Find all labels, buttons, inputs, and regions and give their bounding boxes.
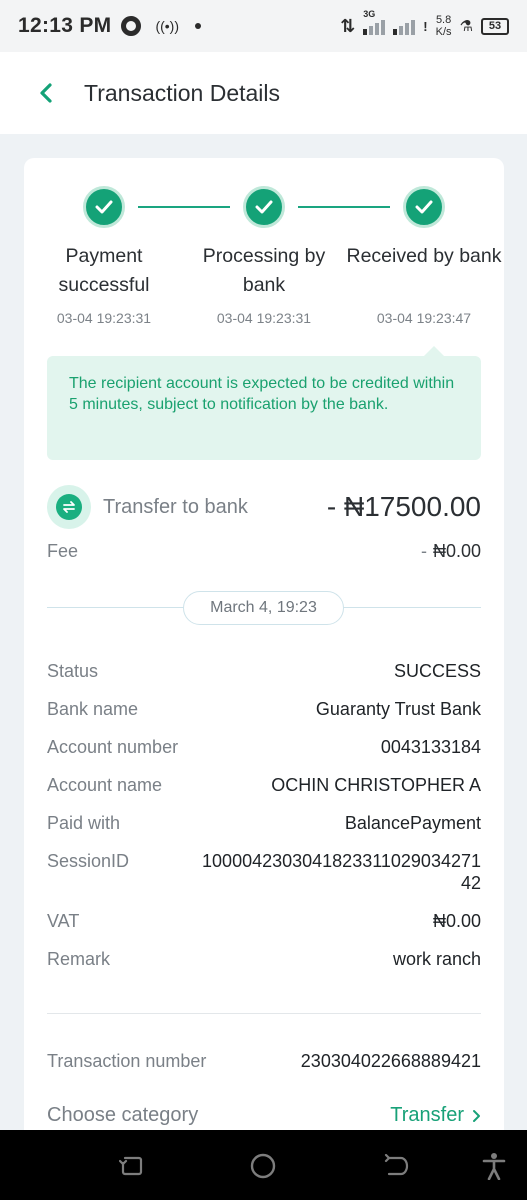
fee-label: Fee (47, 541, 79, 561)
speed-value: 5.8 (435, 14, 452, 26)
detail-row-status: Status SUCCESS (47, 660, 481, 682)
notification-dot-icon (195, 23, 202, 29)
detail-row-remark: Remark work ranch (47, 948, 481, 970)
step-3-label: Received by bank (346, 245, 502, 267)
no-signal-icon: ! (423, 18, 428, 34)
status-time: 12:13 PM (18, 14, 112, 37)
nav-back-button[interactable] (382, 1152, 410, 1180)
detail-value: SUCCESS (393, 661, 481, 681)
progress-steps: Payment successful Processing by bank Re… (24, 186, 504, 336)
detail-value: work ranch (392, 949, 481, 969)
speed-unit: K/s (435, 26, 452, 38)
transfer-label: Transfer to bank (103, 495, 248, 518)
step-2-label: Processing by bank (202, 245, 326, 296)
transaction-number-value: 230304022668889421 (300, 1051, 481, 1071)
detail-value: BalancePayment (344, 813, 481, 833)
data-transfer-icon: ⇅ (340, 15, 356, 36)
app-bar: Transaction Details (0, 52, 527, 134)
detail-label: Remark (47, 949, 111, 969)
detail-value: OCHIN CHRISTOPHER A (271, 775, 481, 795)
network-type: 3G (363, 9, 376, 19)
detail-label: SessionID (47, 851, 130, 871)
detail-row-session-id: SessionID 100004230304182331102903427142 (47, 850, 481, 894)
transfer-amount: - ₦17500.00 (326, 491, 481, 522)
step-2-time: 03-04 19:23:31 (216, 310, 312, 326)
detail-label: Paid with (47, 813, 121, 833)
fee-amount: ₦0.00 (432, 541, 481, 561)
status-bar: 12:13 PM ((•)) ⇅ 3G ! 5.8 K/s ⚗ 53 (0, 0, 527, 52)
hotspot-icon: ((•)) (155, 18, 180, 34)
section-divider (47, 1013, 481, 1014)
page-title: Transaction Details (84, 79, 281, 106)
step-1-time: 03-04 19:23:31 (56, 310, 152, 326)
step-connector (298, 206, 390, 208)
notice-pointer (424, 346, 444, 356)
accessibility-button[interactable] (480, 1152, 508, 1180)
detail-value: 0043133184 (380, 737, 481, 757)
step-2-check-icon (243, 186, 285, 228)
category-label: Choose category (47, 1104, 199, 1126)
flask-icon: ⚗ (459, 18, 473, 35)
home-icon (250, 1153, 276, 1179)
transfer-summary: Transfer to bank - ₦17500.00 (47, 484, 481, 530)
chevron-right-icon (473, 1109, 480, 1122)
recents-icon (119, 1156, 143, 1176)
step-3-time: 03-04 19:23:47 (376, 310, 472, 326)
details-list: Status SUCCESS Bank name Guaranty Trust … (47, 660, 481, 986)
battery-level: 53 (488, 20, 502, 32)
step-1-check-icon (83, 186, 125, 228)
detail-label: Account name (47, 775, 163, 795)
chevron-left-icon (40, 83, 52, 103)
detail-value: Guaranty Trust Bank (315, 699, 481, 719)
transaction-card: Payment successful Processing by bank Re… (24, 158, 504, 1158)
fee-value: - ₦0.00 (421, 541, 481, 562)
detail-label: VAT (47, 911, 80, 931)
category-selector[interactable]: Transfer (390, 1104, 481, 1127)
detail-row-account-number: Account number 0043133184 (47, 736, 481, 758)
credit-notice: The recipient account is expected to be … (47, 356, 481, 460)
transaction-number-row: Transaction number 230304022668889421 (47, 1051, 481, 1072)
detail-row-vat: VAT ₦0.00 (47, 910, 481, 932)
detail-label: Status (47, 661, 99, 681)
detail-label: Bank name (47, 699, 139, 719)
category-value: Transfer (390, 1104, 464, 1126)
step-1-label: Payment successful (58, 245, 150, 296)
battery-icon: 53 (481, 17, 509, 35)
opera-icon (121, 16, 142, 36)
step-3-check-icon (403, 186, 445, 228)
step-connector (138, 206, 230, 208)
signal-icon-2 (393, 17, 416, 35)
back-button[interactable] (28, 75, 64, 111)
back-icon (384, 1154, 409, 1176)
choose-category-row[interactable]: Choose category Transfer (47, 1104, 481, 1127)
recents-button[interactable] (118, 1152, 146, 1180)
signal-icon: 3G (363, 9, 386, 35)
fee-row: Fee - ₦0.00 (47, 541, 481, 562)
fee-dash: - (420, 541, 427, 561)
home-button[interactable] (249, 1152, 277, 1180)
transfer-arrows-icon (47, 485, 91, 529)
detail-label: Account number (47, 737, 179, 757)
accessibility-icon (482, 1153, 506, 1180)
detail-row-paid-with: Paid with BalancePayment (47, 812, 481, 834)
detail-value: 100004230304182331102903427142 (202, 851, 481, 893)
status-right: ⇅ 3G ! 5.8 K/s ⚗ 53 (340, 9, 509, 38)
system-nav-bar (0, 1130, 527, 1200)
date-pill: March 4, 19:23 (183, 591, 344, 625)
network-speed: 5.8 K/s (436, 14, 452, 38)
transaction-number-label: Transaction number (47, 1051, 207, 1071)
detail-row-bank-name: Bank name Guaranty Trust Bank (47, 698, 481, 720)
detail-row-account-name: Account name OCHIN CHRISTOPHER A (47, 774, 481, 796)
detail-value: ₦0.00 (432, 911, 481, 931)
